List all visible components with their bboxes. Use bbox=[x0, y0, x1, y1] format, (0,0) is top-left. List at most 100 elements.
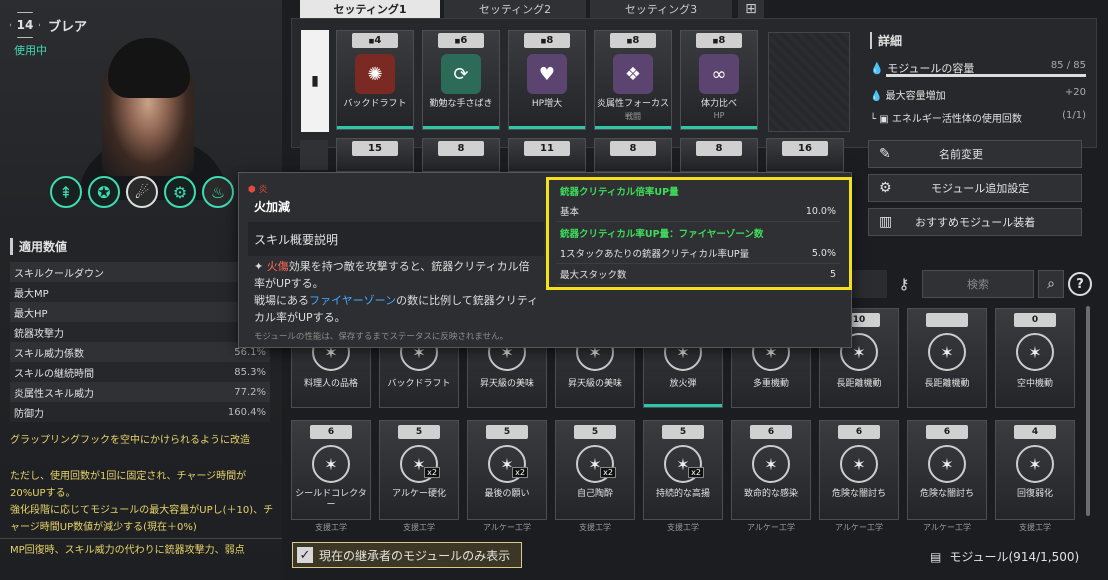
maxcap-row: 💧 最大容量増加 +20 bbox=[870, 87, 1086, 102]
empty-slot[interactable] bbox=[768, 32, 850, 132]
module-name: 回復弱化 bbox=[1016, 489, 1053, 499]
tooltip-stat-row: 銃器クリティカル率UP量：ファイヤーゾーン数 bbox=[556, 222, 840, 243]
stat-label: 防御力 bbox=[14, 408, 44, 420]
equipped-module[interactable]: 16 bbox=[766, 138, 844, 172]
stat-value: 77.2% bbox=[234, 386, 266, 398]
inventory-module[interactable]: 5 ✶ 自己陶酔 支援工学 x2 bbox=[555, 420, 635, 532]
drop-plus-icon: 💧 bbox=[870, 91, 883, 102]
module-sub: 支援工学 bbox=[667, 523, 699, 532]
equipped-module[interactable]: 8 bbox=[680, 138, 758, 172]
equipped-module[interactable]: ◼ 8 ∞ 体力比べ HP bbox=[680, 30, 758, 130]
sparkle-icon: ✦ bbox=[254, 260, 264, 273]
inventory-module[interactable]: 0 ✶ 空中機動 bbox=[995, 308, 1075, 408]
tooltip-stat-row: 基本 10.0% bbox=[556, 201, 840, 222]
recommend-label: おすすめモジュール装着 bbox=[915, 216, 1036, 229]
equipped-module[interactable]: 11 bbox=[508, 138, 586, 172]
inventory-module[interactable]: 4 ✶ 回復弱化 支援工学 bbox=[995, 420, 1075, 532]
add-setting-label: モジュール追加設定 bbox=[931, 182, 1030, 195]
search-input[interactable]: 検索 bbox=[922, 270, 1034, 298]
module-capacity: 6 bbox=[749, 425, 793, 439]
inventory-module[interactable]: 6 ✶ 危険な闇討ち アルケー工学 bbox=[819, 420, 899, 532]
tooltip-stat-row: 最大スタック数 5 bbox=[556, 264, 840, 285]
tooltip-stat-label: 最大スタック数 bbox=[560, 270, 627, 281]
module-icon: ✶ bbox=[1016, 333, 1054, 371]
module-icon: ✶ bbox=[840, 445, 878, 483]
filter-current-heir-checkbox[interactable]: ✓ 現在の継承者のモジュールのみ表示 bbox=[292, 542, 522, 568]
module-name: 長距離機動 bbox=[836, 379, 882, 389]
equipped-module[interactable]: 8 bbox=[422, 138, 500, 172]
module-capacity: 6 bbox=[925, 425, 969, 439]
skill-2-icon[interactable]: ✪ bbox=[88, 176, 120, 208]
stat-row: スキルクールダウン bbox=[10, 262, 270, 282]
tooltip-title: 火加減 bbox=[254, 200, 291, 214]
help-icon[interactable]: ? bbox=[1068, 272, 1092, 296]
module-name: バックドラフト bbox=[343, 99, 407, 109]
module-icon: ✶ bbox=[928, 333, 966, 371]
module-capacity bbox=[925, 313, 969, 327]
inventory-module[interactable]: 5 ✶ 持続的な高揚 支援工学 x2 bbox=[643, 420, 723, 532]
equipped-module[interactable]: ◼ 8 ♥ HP増大 bbox=[508, 30, 586, 130]
grid-plus-icon[interactable]: ⊞ bbox=[738, 0, 764, 18]
settings-icon: ⚙ bbox=[879, 180, 892, 196]
tab-setting-3[interactable]: セッティング3 bbox=[590, 0, 732, 18]
stats-title: 適用数値 bbox=[10, 238, 67, 255]
equipped-module[interactable]: 8 bbox=[594, 138, 672, 172]
equipped-module[interactable]: ◼ 8 ❖ 炎属性フォーカス 戦闘 bbox=[594, 30, 672, 130]
tab-setting-2[interactable]: セッティング2 bbox=[444, 0, 586, 18]
module-capacity: ◼ 8 bbox=[696, 33, 742, 48]
tab-setting-1[interactable]: セッティング1 bbox=[300, 0, 440, 18]
module-capacity: 8 bbox=[610, 141, 656, 156]
module-capacity-value: 8 bbox=[718, 35, 726, 46]
slot-selector-2[interactable] bbox=[300, 140, 328, 170]
skill-3-icon[interactable]: ☄ bbox=[126, 176, 158, 208]
energy-icon: ▣ bbox=[879, 114, 889, 125]
module-capacity: 5 bbox=[573, 425, 617, 439]
module-name: 放火弾 bbox=[669, 379, 697, 389]
inventory-module[interactable]: 6 ✶ 危険な闇討ち アルケー工学 bbox=[907, 420, 987, 532]
search-icon[interactable]: ⌕ bbox=[1038, 270, 1064, 298]
module-capacity: ◼ 8 bbox=[524, 33, 570, 48]
skill-5-icon[interactable]: ♨ bbox=[202, 176, 234, 208]
module-name: 昇天級の美味 bbox=[567, 379, 622, 389]
module-name: 危険な闇討ち bbox=[831, 489, 886, 499]
module-capacity: 5 bbox=[485, 425, 529, 439]
stat-row: スキルの継続時間 85.3% bbox=[10, 362, 270, 382]
stat-label: 最大HP bbox=[14, 308, 48, 320]
module-sub: 支援工学 bbox=[403, 523, 435, 532]
tooltip-stat-label: 基本 bbox=[560, 207, 580, 218]
drop-icon: 💧 bbox=[870, 62, 884, 75]
module-capacity-value: 6 bbox=[460, 35, 468, 46]
stat-row: 炎属性スキル威力 77.2% bbox=[10, 382, 270, 402]
energy-label: エネルギー活性体の使用回数 bbox=[891, 114, 1022, 125]
checkbox-check-icon: ✓ bbox=[297, 547, 313, 563]
rename-button[interactable]: ✎ 名前変更 bbox=[868, 140, 1082, 168]
equipped-module[interactable]: ◼ 6 ⟳ 勤勉な手さばき bbox=[422, 30, 500, 130]
inventory-module[interactable]: 6 ✶ 致命的な感染 アルケー工学 bbox=[731, 420, 811, 532]
inventory-module[interactable]: 5 ✶ 最後の願い アルケー工学 x2 bbox=[467, 420, 547, 532]
energy-value: (1/1) bbox=[1062, 110, 1086, 121]
firezone-keyword: ファイヤーゾーン bbox=[309, 294, 397, 307]
skill-4-icon[interactable]: ⚙ bbox=[164, 176, 196, 208]
module-capacity: 5 bbox=[397, 425, 441, 439]
module-capacity: 8 bbox=[438, 141, 484, 156]
skill-1-icon[interactable]: ⇞ bbox=[50, 176, 82, 208]
stat-value: 160.4% bbox=[227, 406, 266, 418]
stat-row: 銃器攻撃力 bbox=[10, 322, 270, 342]
equipped-module[interactable]: ◼ 4 ✺ バックドラフト bbox=[336, 30, 414, 130]
inventory-module[interactable]: ✶ 長距離機動 bbox=[907, 308, 987, 408]
equipped-module[interactable]: 15 bbox=[336, 138, 414, 172]
module-icon: ✶ bbox=[1016, 445, 1054, 483]
recommend-button[interactable]: ▥ おすすめモジュール装着 bbox=[868, 208, 1082, 236]
inventory-module[interactable]: 6 ✶ シールドコレクター 支援工学 bbox=[291, 420, 371, 532]
stat-label: スキル威力係数 bbox=[14, 348, 84, 360]
module-name: 持続的な高揚 bbox=[655, 489, 710, 499]
key-icon[interactable]: ⚷ bbox=[890, 270, 918, 298]
inventory-module[interactable]: 5 ✶ アルケー硬化 支援工学 x2 bbox=[379, 420, 459, 532]
energy-row: └ ▣ エネルギー活性体の使用回数 (1/1) bbox=[870, 110, 1086, 125]
tooltip-line-1: 効果を持つ敵を攻撃すると、銃器クリティカル倍率がUPする。 bbox=[254, 260, 530, 290]
inventory-scrollbar[interactable] bbox=[1086, 306, 1090, 516]
add-setting-button[interactable]: ⚙ モジュール追加設定 bbox=[868, 174, 1082, 202]
module-capacity: ◼ 6 bbox=[438, 33, 484, 48]
slot-selector[interactable]: ▮ bbox=[301, 30, 329, 132]
stat-row: 防御力 160.4% bbox=[10, 402, 270, 422]
